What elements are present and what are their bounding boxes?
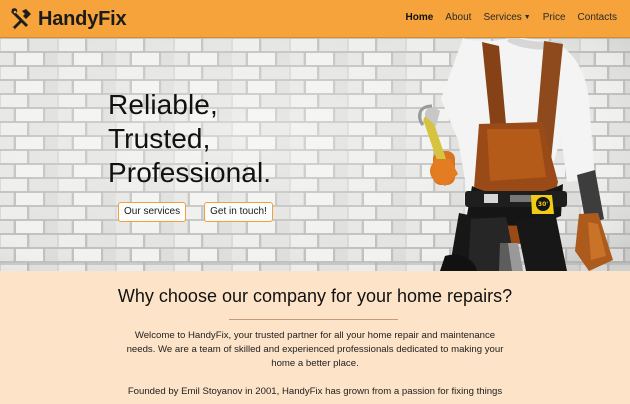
hero-headline: Reliable, Trusted, Professional. (108, 89, 272, 188)
get-in-touch-button[interactable]: Get in touch! (204, 202, 273, 222)
nav-services-label[interactable]: Services (483, 12, 521, 23)
handyfix-page: HandyFix Home About Services ▼ Price Cont… (0, 0, 630, 404)
tape-measure-label: 30' (538, 201, 548, 208)
nav-contacts-link[interactable]: Contacts (578, 12, 617, 25)
brand-link[interactable]: HandyFix (8, 5, 127, 33)
our-services-button[interactable]: Our services (118, 202, 187, 222)
wrench-hammer-logo-icon (11, 7, 31, 30)
brand-name[interactable]: HandyFix (38, 9, 127, 29)
nav-about-link[interactable]: About (445, 12, 471, 25)
nav-home-link[interactable]: Home (406, 12, 434, 25)
hero-banner: Reliable, Trusted, Professional. Our ser… (0, 38, 630, 271)
section-divider (229, 319, 398, 320)
company-history-paragraph: Founded by Emil Stoyanov in 2001, HandyF… (127, 386, 503, 397)
top-navbar: HandyFix Home About Services ▼ Price Cont… (0, 0, 630, 38)
hero-actions: Our services Get in touch! (118, 202, 273, 222)
company-introduction-section: Why choose our company for your home rep… (0, 271, 630, 404)
primary-navigation: Home About Services ▼ Price Contacts (406, 12, 618, 25)
nav-services-dropdown[interactable]: Services ▼ (483, 12, 530, 25)
handyman-worker-image: 30' (418, 38, 613, 271)
section-heading: Why choose our company for your home rep… (117, 286, 513, 306)
welcome-paragraph: Welcome to HandyFix, your trusted partne… (126, 330, 504, 369)
dropdown-caret-icon: ▼ (523, 14, 531, 21)
nav-price-link[interactable]: Price (543, 12, 566, 25)
